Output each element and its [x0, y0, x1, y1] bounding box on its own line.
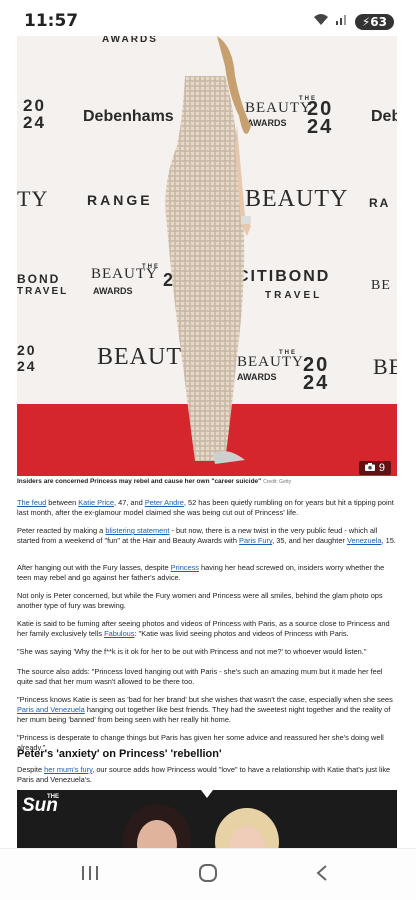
recent-apps-button[interactable]: [70, 861, 110, 889]
caption-credit: Credit: Getty: [263, 479, 292, 485]
article-paragraph: The feud between Katie Price, 47, and Pe…: [17, 498, 397, 518]
backdrop-text: BEAUTY: [245, 186, 349, 212]
link-katie-price[interactable]: Katie Price: [78, 498, 114, 507]
backdrop-text: TRAVEL: [17, 286, 69, 297]
embedded-video[interactable]: THE Sun: [17, 790, 397, 848]
battery-indicator: ⚡63: [354, 13, 394, 30]
backdrop-text: BEAUTY: [245, 100, 312, 116]
back-icon: [315, 864, 329, 887]
backdrop-text: Deb: [371, 108, 397, 125]
article-paragraph: The source also adds: "Princess loved ha…: [17, 667, 383, 687]
article-paragraph: Not only is Peter concerned, but while t…: [17, 591, 383, 611]
article-paragraph: "She was saying 'Why the f**k is it ok f…: [17, 647, 367, 656]
status-time: 11:57: [24, 11, 79, 31]
hero-image[interactable]: AWARDS 20 24 Debenhams THE BEAUTY AWARDS…: [17, 36, 397, 476]
paragraph-text: Peter reacted by making a: [17, 526, 106, 535]
backdrop-text: 24: [307, 116, 334, 138]
backdrop-text: BE: [371, 278, 391, 293]
backdrop-text: RANGE: [87, 192, 153, 208]
battery-level: 63: [370, 14, 387, 29]
backdrop-text: AWARDS: [102, 36, 158, 45]
system-nav-bar: [0, 848, 416, 900]
status-icons: ⚡63: [313, 12, 394, 31]
paragraph-text: , 15.: [381, 536, 396, 546]
backdrop-text: 20: [17, 342, 37, 358]
link-fabulous[interactable]: Fabulous: [104, 629, 134, 638]
status-bar: 11:57 ⚡63: [0, 0, 416, 40]
paragraph-text: between: [46, 498, 79, 507]
home-button[interactable]: [188, 861, 228, 889]
backdrop-text: BE: [373, 354, 397, 379]
backdrop-text: 24: [17, 358, 37, 374]
article-scroll-area[interactable]: AWARDS 20 24 Debenhams THE BEAUTY AWARDS…: [0, 36, 416, 848]
article-paragraph: "Princess knows Katie is seen as 'bad fo…: [17, 695, 397, 726]
article-paragraph: Peter reacted by making a blistering sta…: [17, 526, 397, 546]
link-peter-andre[interactable]: Peter Andre: [145, 498, 184, 507]
image-caption: Insiders are concerned Princess may rebe…: [17, 478, 397, 485]
article-paragraph: After hanging out with the Fury lasses, …: [17, 563, 397, 583]
figure-silhouette: [165, 36, 251, 464]
link-the-feud[interactable]: The feud: [17, 498, 46, 507]
article-paragraph: Despite her mum's fury, our source adds …: [17, 765, 397, 785]
link-blistering-statement[interactable]: blistering statement: [105, 526, 169, 535]
photo-gallery-count[interactable]: 9: [358, 461, 391, 475]
paragraph-text: Despite: [17, 765, 45, 774]
link-paris-fury[interactable]: Paris Fury: [239, 536, 272, 545]
link-paris-and-venezuela[interactable]: Paris and Venezuela: [17, 705, 85, 714]
link-her-mums-fury[interactable]: her mum's fury: [44, 765, 92, 774]
wifi-icon: [313, 12, 329, 31]
backdrop-text: 24: [303, 372, 330, 394]
back-button[interactable]: [302, 861, 342, 889]
caption-text: Insiders are concerned Princess may rebe…: [17, 478, 262, 485]
backdrop-text: TY: [17, 186, 49, 211]
backdrop-text: 24: [23, 113, 46, 132]
backdrop-text: TRAVEL: [265, 290, 323, 301]
link-princess[interactable]: Princess: [171, 563, 199, 572]
paragraph-text: After hanging out with the Fury lasses, …: [17, 563, 171, 572]
backdrop-text: BOND: [17, 272, 61, 286]
paragraph-text: "Princess knows Katie is seen as 'bad fo…: [17, 695, 393, 704]
sun-logo: Sun: [22, 795, 58, 816]
paragraph-text: , 47, and: [114, 498, 145, 507]
article-paragraph: Katie is said to be fuming after seeing …: [17, 619, 397, 639]
backdrop-text: AWARDS: [93, 286, 133, 296]
section-heading: Peter's 'anxiety' on Princess' 'rebellio…: [17, 748, 222, 760]
camera-icon: [364, 462, 375, 474]
photo-count-label: 9: [378, 462, 385, 474]
signal-icon: [335, 12, 349, 31]
recent-apps-icon: [80, 865, 100, 886]
paragraph-text: : "Katie was livid seeing photos and vid…: [134, 629, 349, 639]
promo-thumbnail: [123, 804, 279, 848]
backdrop-text: RA: [369, 196, 391, 210]
paragraph-text: , 35, and her daughter: [272, 536, 347, 546]
home-icon: [198, 863, 218, 888]
link-venezuela[interactable]: Venezuela: [347, 536, 382, 545]
